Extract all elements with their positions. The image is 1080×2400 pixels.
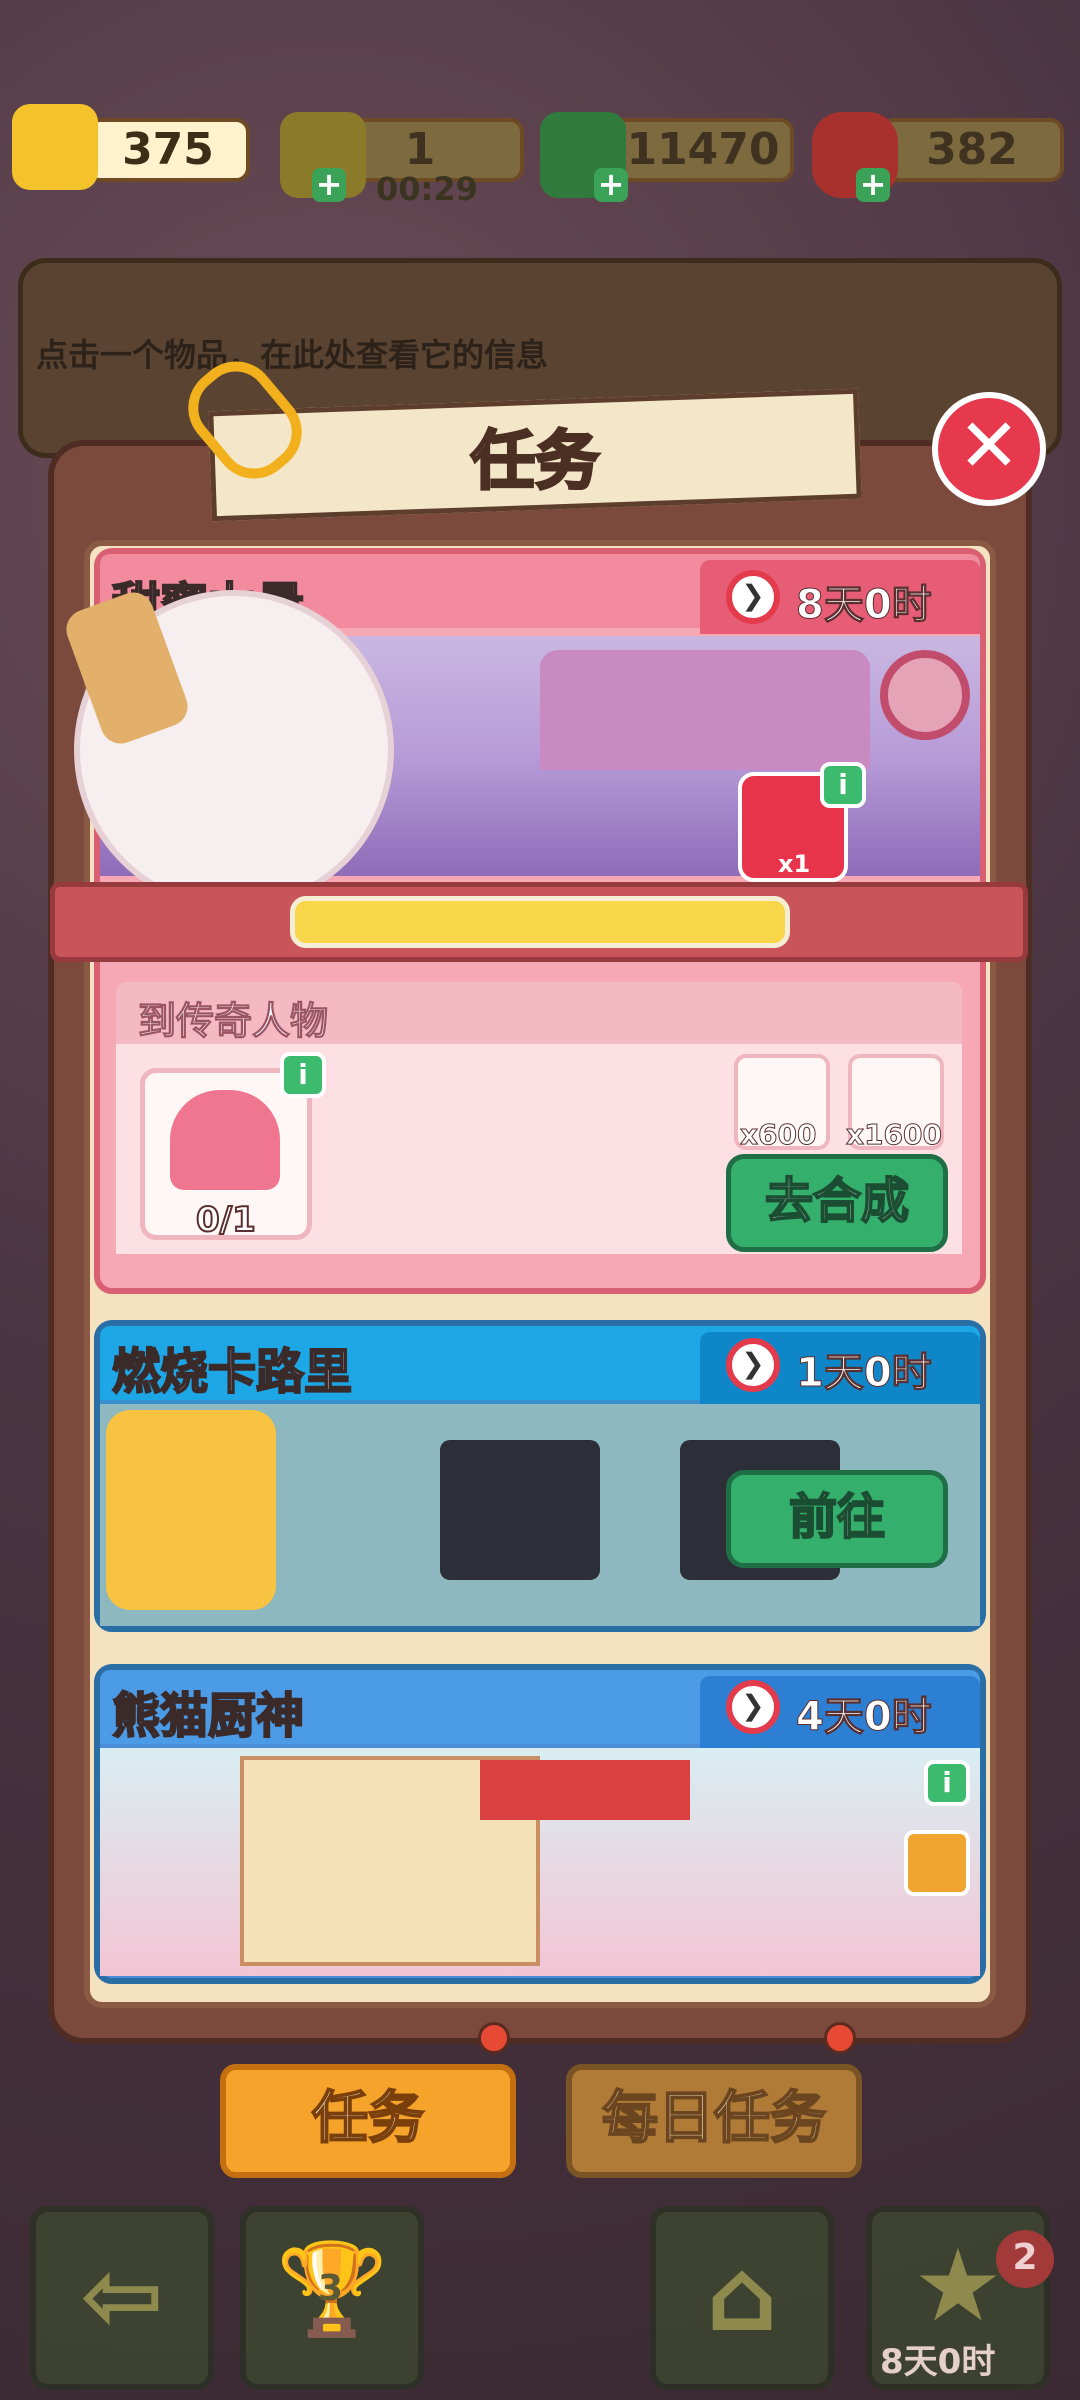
tab-notification-dot (478, 2022, 510, 2054)
gift-quantity: x1 (778, 850, 811, 878)
info-icon[interactable]: i (924, 1760, 970, 1806)
back-arrow-icon: ⇦ (80, 2237, 164, 2354)
gem-counter: 382 (880, 118, 1064, 182)
go-merge-button[interactable]: 去合成 (726, 1154, 948, 1252)
energy-timer: 00:29 (376, 170, 478, 208)
basket-icon: ⌂ (706, 2237, 778, 2354)
timer-icon: ❯ (726, 1680, 780, 1734)
info-icon[interactable]: i (820, 762, 866, 808)
ticket-icon (12, 104, 98, 190)
heart-hands-icon (170, 1090, 280, 1190)
energy-plus-icon[interactable]: + (312, 168, 346, 202)
tab-daily-quests[interactable]: 每日任务 (566, 2064, 862, 2178)
timer-icon: ❯ (726, 570, 780, 624)
candy-castle-image (540, 650, 870, 770)
bottom-timer: 8天0时 (880, 2342, 996, 2382)
quest-progress-bar (290, 896, 790, 948)
close-button[interactable]: ✕ (932, 392, 1046, 506)
task-progress: 0/1 (195, 1199, 257, 1241)
quest-title: 燃烧卡路里 (111, 1343, 353, 1401)
star-badge: 2 (996, 2230, 1054, 2288)
quest-timer: 1天0时 (796, 1350, 933, 1397)
quest-timer: 4天0时 (796, 1694, 933, 1741)
reward-ticket-label: x600 (740, 1118, 818, 1152)
quest-timer: 8天0时 (796, 582, 933, 629)
tab-quests[interactable]: 任务 (220, 2064, 516, 2178)
lollipop-image (880, 650, 970, 740)
cash-counter: 11470 (612, 118, 794, 182)
trophy-icon[interactable] (904, 1830, 970, 1896)
ticket-counter: 375 (86, 118, 250, 182)
subtask-title: 到传奇人物 (137, 999, 329, 1044)
trophy-number: 3 (318, 2268, 344, 2309)
gem-plus-icon[interactable]: + (856, 168, 890, 202)
roof-image (480, 1760, 690, 1820)
timer-icon: ❯ (726, 1338, 780, 1392)
character-portrait (106, 1410, 276, 1610)
tab-notification-dot (824, 2022, 856, 2054)
treadmill-image (440, 1440, 600, 1580)
modal-title: 任务 (470, 424, 601, 501)
quest-title: 熊猫厨神 (111, 1687, 305, 1745)
go-button[interactable]: 前往 (726, 1470, 948, 1568)
info-icon[interactable]: i (280, 1052, 326, 1098)
reward-cash-label: x1600 (846, 1118, 943, 1152)
cash-plus-icon[interactable]: + (594, 168, 628, 202)
info-text: 点击一个物品，在此处查看它的信息 (36, 336, 549, 374)
